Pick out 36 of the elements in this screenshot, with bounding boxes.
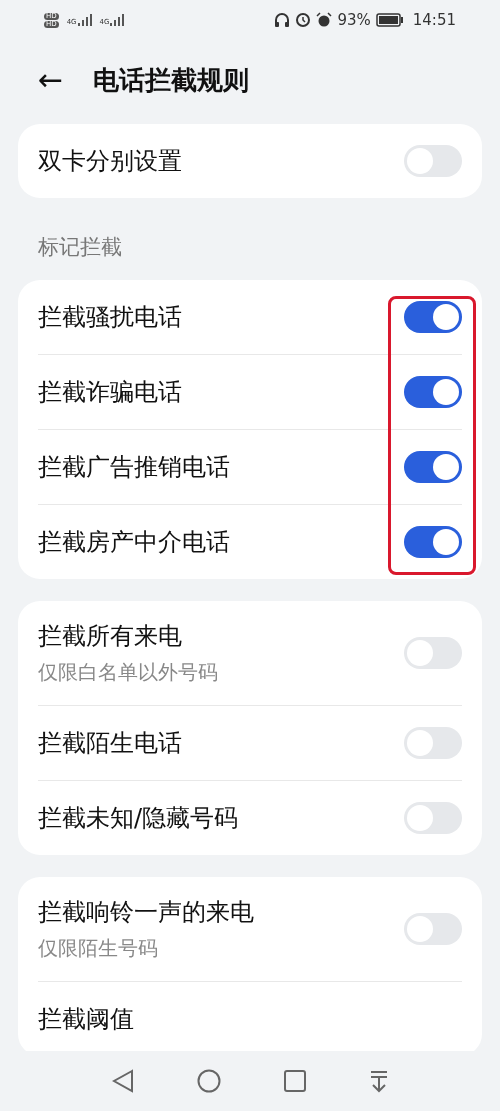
setting-title: 拦截房产中介电话 — [38, 526, 230, 558]
setting-title: 拦截陌生电话 — [38, 727, 182, 759]
recents-nav-icon[interactable] — [283, 1070, 306, 1092]
headphones-icon — [274, 12, 291, 28]
toggle-switch[interactable] — [404, 145, 462, 177]
toggle-switch[interactable] — [404, 450, 462, 483]
setting-title: 拦截响铃一声的来电 — [38, 896, 254, 928]
status-time: 14:51 — [412, 9, 456, 31]
toggle-switch[interactable] — [404, 375, 462, 408]
toggle-switch[interactable] — [404, 300, 462, 333]
toggle-switch[interactable] — [404, 912, 462, 945]
back-button[interactable]: ← — [38, 65, 64, 95]
back-nav-icon[interactable] — [111, 1069, 134, 1093]
setting-title: 拦截骚扰电话 — [38, 301, 182, 333]
section-label: 标记拦截 — [37, 234, 123, 261]
setting-title: 拦截广告推销电话 — [38, 451, 230, 483]
signal-icon — [110, 14, 125, 26]
battery-percent: 93% — [337, 9, 371, 31]
alarm-icon — [316, 12, 333, 28]
setting-title: 双卡分别设置 — [38, 146, 182, 177]
battery-icon — [375, 13, 404, 27]
signal-icon — [77, 14, 92, 26]
setting-title: 拦截未知/隐藏号码 — [38, 802, 239, 834]
toggle-switch[interactable] — [404, 636, 462, 669]
download-icon[interactable] — [368, 1069, 389, 1093]
setting-title: 拦截所有来电 — [38, 620, 183, 652]
setting-title: 拦截诈骗电话 — [38, 376, 182, 408]
toggle-switch[interactable] — [404, 801, 462, 834]
page-title: 电话拦截规则 — [93, 63, 250, 97]
home-nav-icon[interactable] — [196, 1069, 221, 1093]
setting-subtitle: 仅限白名单以外号码 — [38, 658, 218, 686]
toggle-switch[interactable] — [404, 525, 462, 558]
setting-subtitle: 仅限陌生号码 — [38, 934, 159, 962]
toggle-switch[interactable] — [404, 726, 462, 759]
clock-icon — [295, 12, 312, 28]
setting-title: 拦截阈值 — [38, 1003, 134, 1035]
